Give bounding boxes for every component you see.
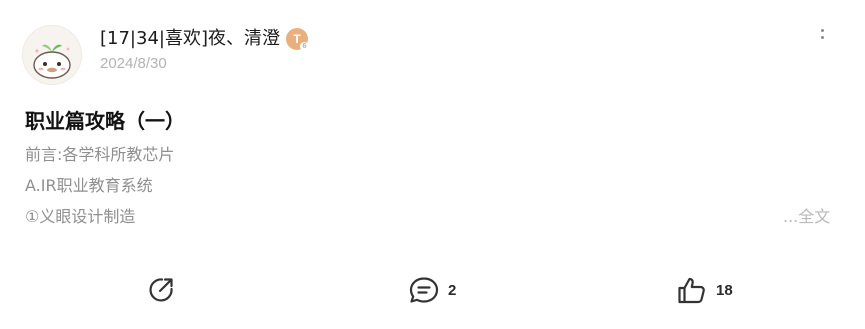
author-avatar[interactable] [22, 25, 82, 85]
comment-count: 2 [448, 281, 457, 299]
share-icon [149, 278, 173, 302]
post-title[interactable]: 职业篇攻略（一） [25, 107, 185, 135]
comment-button[interactable]: 2 [408, 274, 456, 306]
post-date: 2024/8/30 [100, 55, 167, 72]
more-options-button[interactable] [812, 24, 832, 44]
badge-sub: 6 [299, 42, 309, 51]
excerpt-line: ①义眼设计制造 [25, 207, 136, 226]
author-row: [17|34|喜欢]夜、清澄 T 6 [100, 26, 309, 52]
dot-icon [820, 29, 824, 32]
excerpt-line: A.IR职业教育系统 [25, 176, 153, 195]
user-level-badge: T 6 [285, 28, 309, 51]
comment-icon [409, 277, 439, 303]
excerpt-line: 前言:各学科所教芯片 [25, 145, 175, 164]
thumbs-up-icon [678, 277, 705, 304]
like-button[interactable]: 18 [676, 274, 733, 306]
like-count: 18 [716, 281, 733, 299]
avatar-illustration-icon [33, 44, 71, 79]
author-name[interactable]: [17|34|喜欢]夜、清澄 [100, 26, 280, 52]
full-text-link[interactable]: ...全文 [783, 206, 830, 228]
share-button[interactable] [146, 274, 176, 306]
dot-icon [820, 36, 824, 39]
post-card: [17|34|喜欢]夜、清澄 T 6 2024/8/30 职业篇攻略（一） 前言… [0, 0, 865, 329]
